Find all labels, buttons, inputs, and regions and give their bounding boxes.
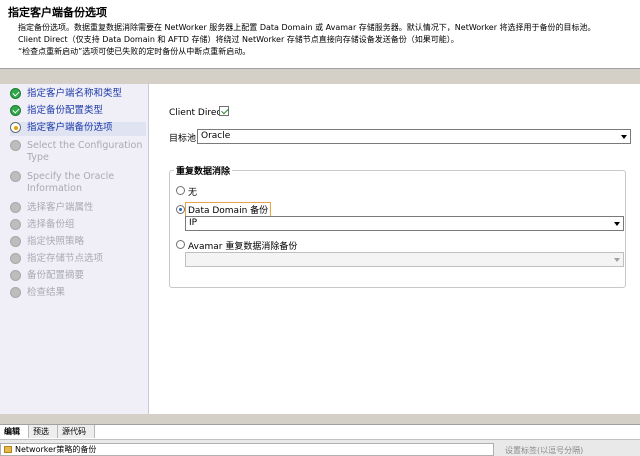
wizard-step-label: 指定客户端备份选项 [27,122,113,133]
wizard-step-client-backup-options[interactable]: 指定客户端备份选项 [10,122,146,136]
status-bar: Networker策略的备份 设置标签(以逗号分隔) [0,439,640,456]
dedup-datadomain-radio[interactable] [176,205,185,214]
pending-step-icon [10,140,21,151]
wizard-step-label: 选择客户端属性 [27,202,94,213]
wizard-step-label: 指定客户端名称和类型 [27,88,123,99]
dedup-group-title: 重复数据消除 [174,164,233,177]
avamar-select [185,252,624,267]
dedup-datadomain-label: Data Domain 备份 [185,202,272,217]
wizard-step-backup-config-type[interactable]: 指定备份配置类型 [10,105,146,119]
wizard-step-configuration-type: Select the Configuration Type [10,140,146,166]
wizard-step-label: Select the Configuration Type [27,140,143,163]
tab-edit[interactable]: 编辑 [0,425,29,438]
status-field-text: Networker策略的备份 [15,445,97,454]
wizard-step-client-properties: 选择客户端属性 [10,202,146,216]
header-description-line-1: 指定备份选项。数据重复数据消除需要在 NetWorker 服务器上配置 Data… [18,23,596,32]
wizard-step-config-summary: 备份配置摘要 [10,270,146,284]
wizard-step-oracle-information: Specify the Oracle Information [10,171,146,197]
tab-source[interactable]: 源代码 [58,425,95,438]
wizard-step-label: Specify the Oracle Information [27,171,115,194]
completed-check-icon [10,88,21,99]
wizard-step-client-name-type[interactable]: 指定客户端名称和类型 [10,88,146,102]
wizard-body: 指定客户端名称和类型 指定备份配置类型 指定客户端备份选项 Select the… [0,69,640,424]
wizard-step-label: 指定备份配置类型 [27,105,104,116]
editor-tab-bar: 编辑 预选 源代码 [0,424,640,439]
pending-step-icon [10,287,21,298]
datadomain-protocol-select[interactable]: IP [185,216,624,231]
chevron-down-icon [614,222,620,226]
header-description-line-2: Client Direct（仅支持 Data Domain 和 AFTD 存储）… [18,35,459,44]
page-header: 指定客户端备份选项 指定备份选项。数据重复数据消除需要在 NetWorker 服… [0,0,640,69]
pending-step-icon [10,202,21,213]
wizard-step-label: 备份配置摘要 [27,270,85,281]
current-step-icon [10,122,21,133]
wizard-step-snapshot-policy: 指定快照策略 [10,236,146,250]
wizard-step-check-results: 检查结果 [10,287,146,301]
dedup-none-label: 无 [188,188,198,198]
wizard-step-list: 指定客户端名称和类型 指定备份配置类型 指定客户端备份选项 Select the… [0,84,149,414]
pending-step-icon [10,219,21,230]
dedup-none-radio[interactable] [176,186,185,195]
completed-check-icon [10,105,21,116]
wizard-step-label: 指定存储节点选项 [27,253,104,264]
pending-step-icon [10,236,21,247]
chevron-down-icon [621,135,627,139]
wizard-step-label: 检查结果 [27,287,66,298]
datadomain-protocol-value: IP [189,218,198,228]
target-pool-select[interactable]: Oracle [197,129,631,144]
wizard-step-backup-group: 选择备份组 [10,219,146,233]
status-tags-hint: 设置标签(以逗号分隔) [505,446,584,455]
page-title: 指定客户端备份选项 [8,6,107,19]
tab-preview[interactable]: 预选 [29,425,58,438]
folder-icon [4,446,12,453]
dedup-avamar-label: Avamar 重复数据消除备份 [188,242,298,252]
pending-step-icon [10,270,21,281]
options-panel: Client Direct: 目标池: Oracle 重复数据消除 无 Data… [149,84,640,414]
header-description-line-3: “检查点重新启动”选项可使已失败的定时备份从中断点重新启动。 [18,47,251,56]
target-pool-value: Oracle [201,131,231,141]
wizard-step-label: 指定快照策略 [27,236,85,247]
dedup-group: 重复数据消除 无 Data Domain 备份 IP Avamar 重复数据消除… [169,164,626,288]
pending-step-icon [10,171,21,182]
target-pool-label: 目标池: [169,134,200,144]
status-field[interactable]: Networker策略的备份 [0,443,494,456]
client-direct-checkbox[interactable] [219,106,229,116]
dedup-avamar-radio[interactable] [176,240,185,249]
wizard-step-storage-node: 指定存储节点选项 [10,253,146,267]
chevron-down-icon [614,258,620,262]
wizard-step-label: 选择备份组 [27,219,75,230]
pending-step-icon [10,253,21,264]
